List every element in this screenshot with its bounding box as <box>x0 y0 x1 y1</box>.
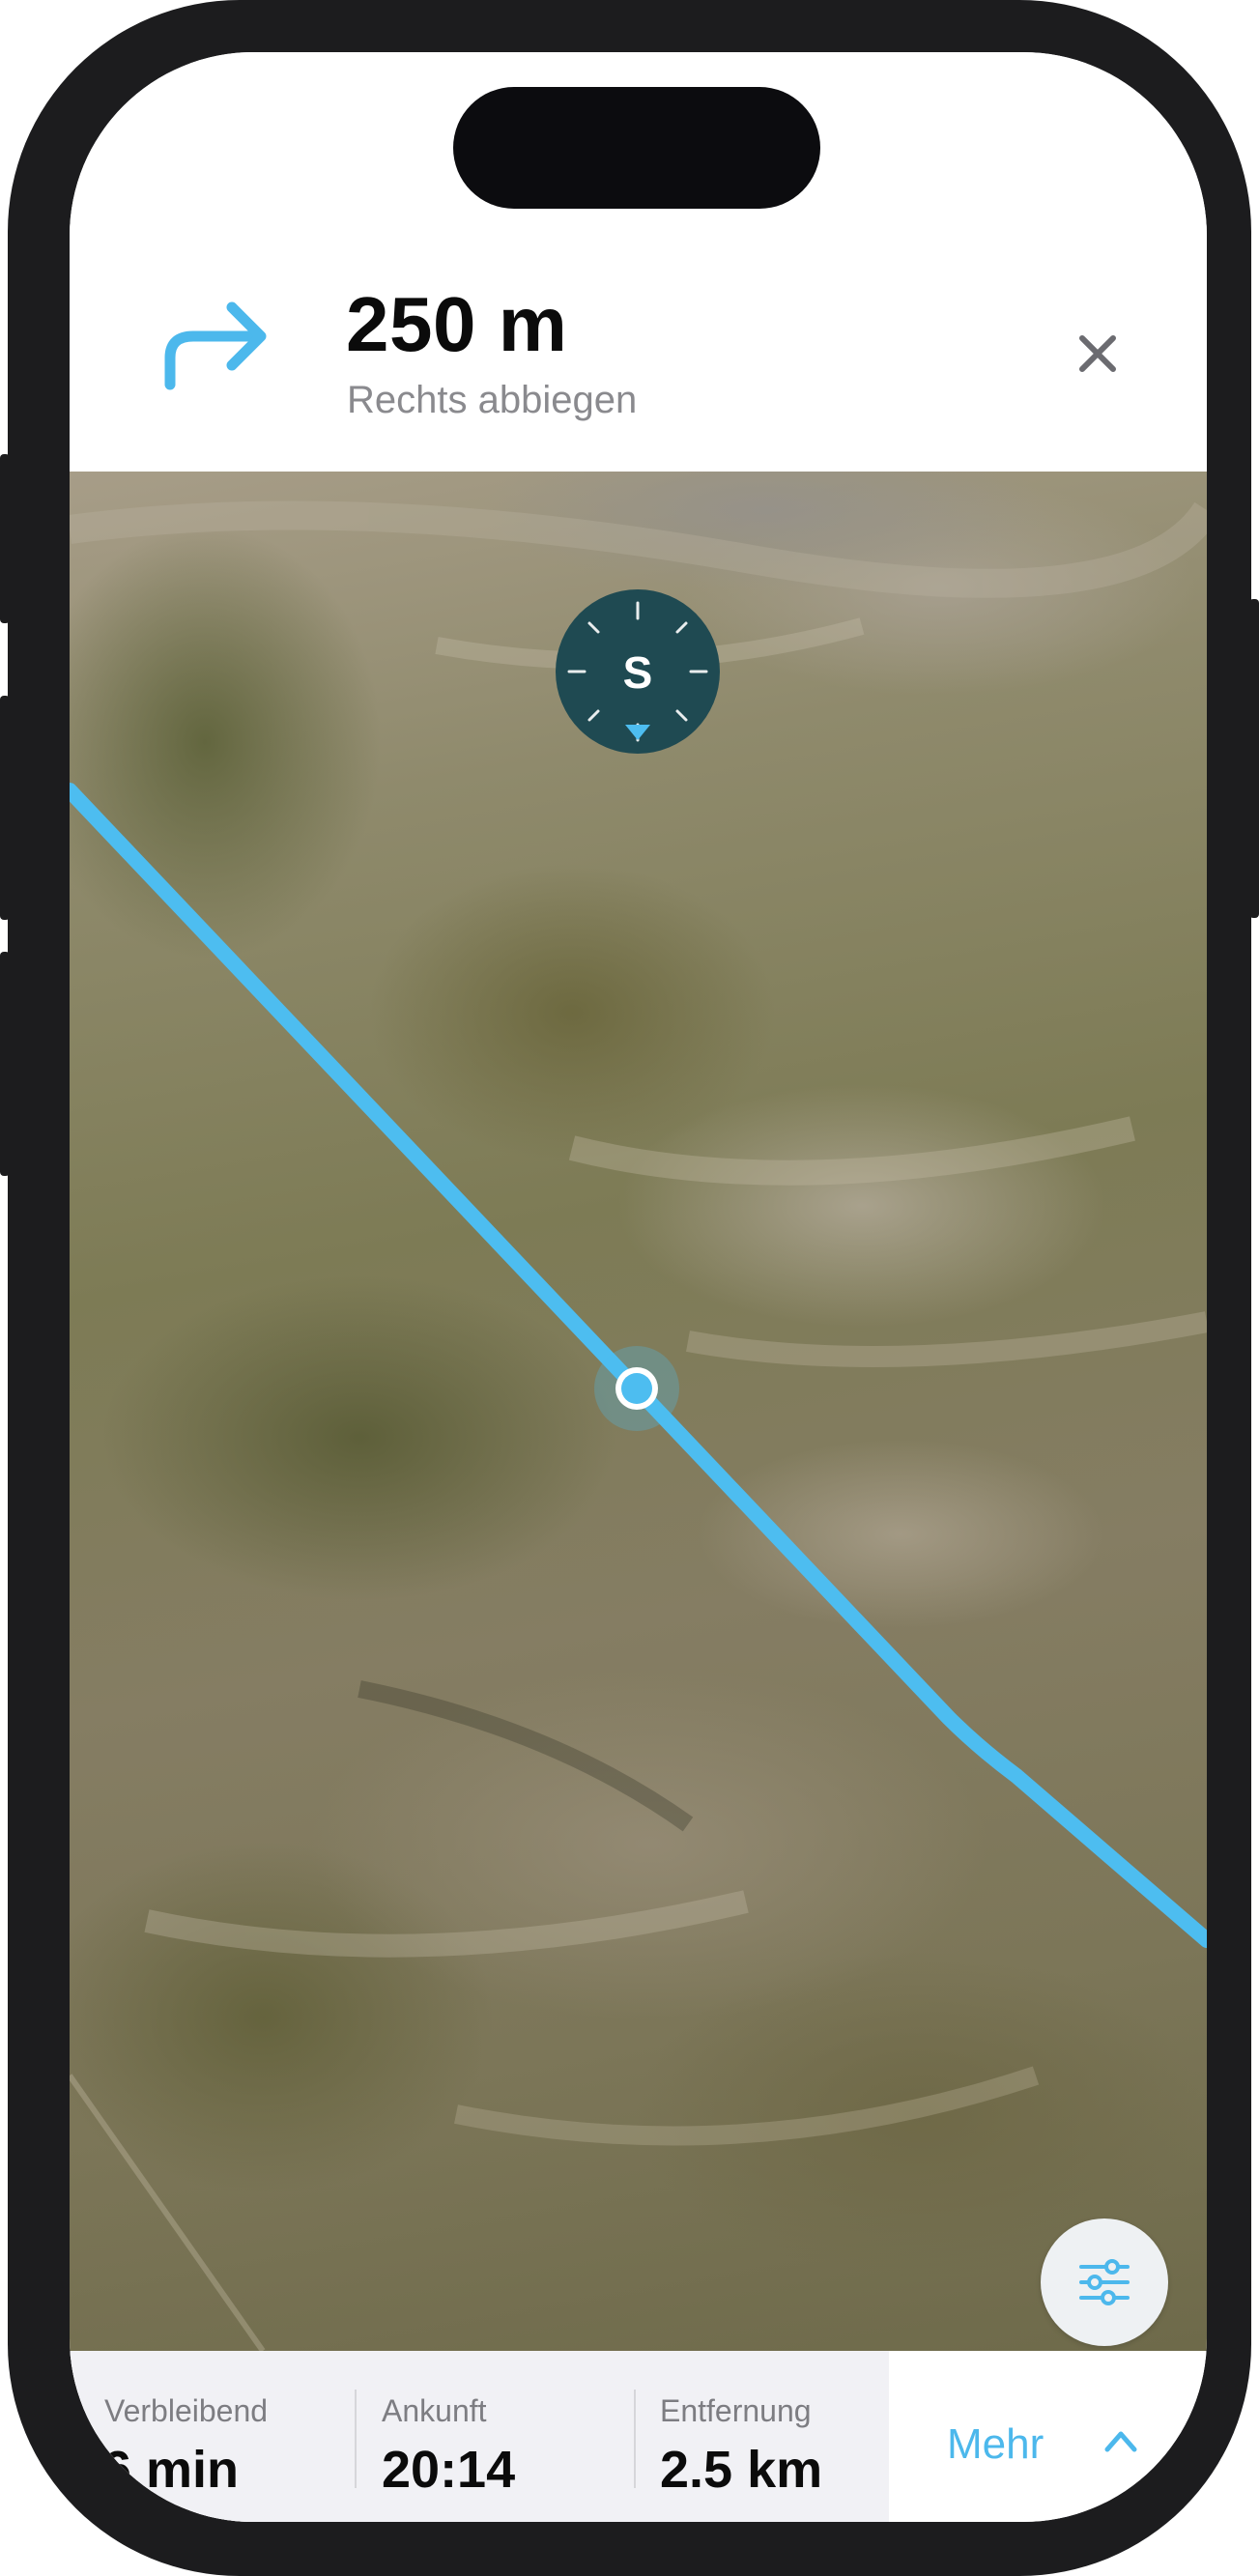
more-label: Mehr <box>947 2420 1044 2468</box>
more-button[interactable]: Mehr <box>889 2351 1207 2522</box>
stat-value: 2.5 km <box>660 2441 823 2499</box>
turn-distance: 250 m <box>346 281 568 367</box>
stat-value: 6 min <box>102 2441 240 2499</box>
chevron-up-icon <box>1104 2431 1137 2452</box>
dynamic-island <box>453 87 820 209</box>
phone-frame: 250 m Rechts abbiegen S Verbleibend 6 mi… <box>0 0 1259 2576</box>
power-button <box>1249 599 1259 918</box>
divider <box>355 2390 357 2488</box>
stats-panel[interactable]: Verbleibend 6 min Ankunft 20:14 Entfernu… <box>70 2351 889 2522</box>
current-location-marker <box>594 1346 679 1431</box>
divider <box>634 2390 636 2488</box>
map-settings-button[interactable] <box>1041 2218 1168 2346</box>
compass-heading: S <box>623 647 653 698</box>
volume-down-button <box>0 952 10 1176</box>
compass-button[interactable]: S <box>556 589 720 754</box>
page: 250 m Rechts abbiegen S Verbleibend 6 mi… <box>0 0 1259 2576</box>
volume-up-button <box>0 696 10 920</box>
close-icon[interactable] <box>1069 325 1127 383</box>
screen: 250 m Rechts abbiegen S Verbleibend 6 mi… <box>70 52 1207 2522</box>
stat-label: Ankunft <box>382 2393 487 2428</box>
turn-right-arrow-icon <box>164 301 267 390</box>
action-button <box>0 454 10 623</box>
compass-icon: S <box>556 589 720 754</box>
turn-instruction: Rechts abbiegen <box>347 379 638 421</box>
satellite-map[interactable]: S <box>70 472 1207 2351</box>
sliders-icon <box>1079 2259 1130 2305</box>
stat-value: 20:14 <box>382 2441 516 2499</box>
stat-label: Entfernung <box>660 2393 812 2428</box>
stat-label: Verbleibend <box>104 2393 269 2428</box>
trip-stats-bar: Verbleibend 6 min Ankunft 20:14 Entfernu… <box>70 2351 1207 2522</box>
